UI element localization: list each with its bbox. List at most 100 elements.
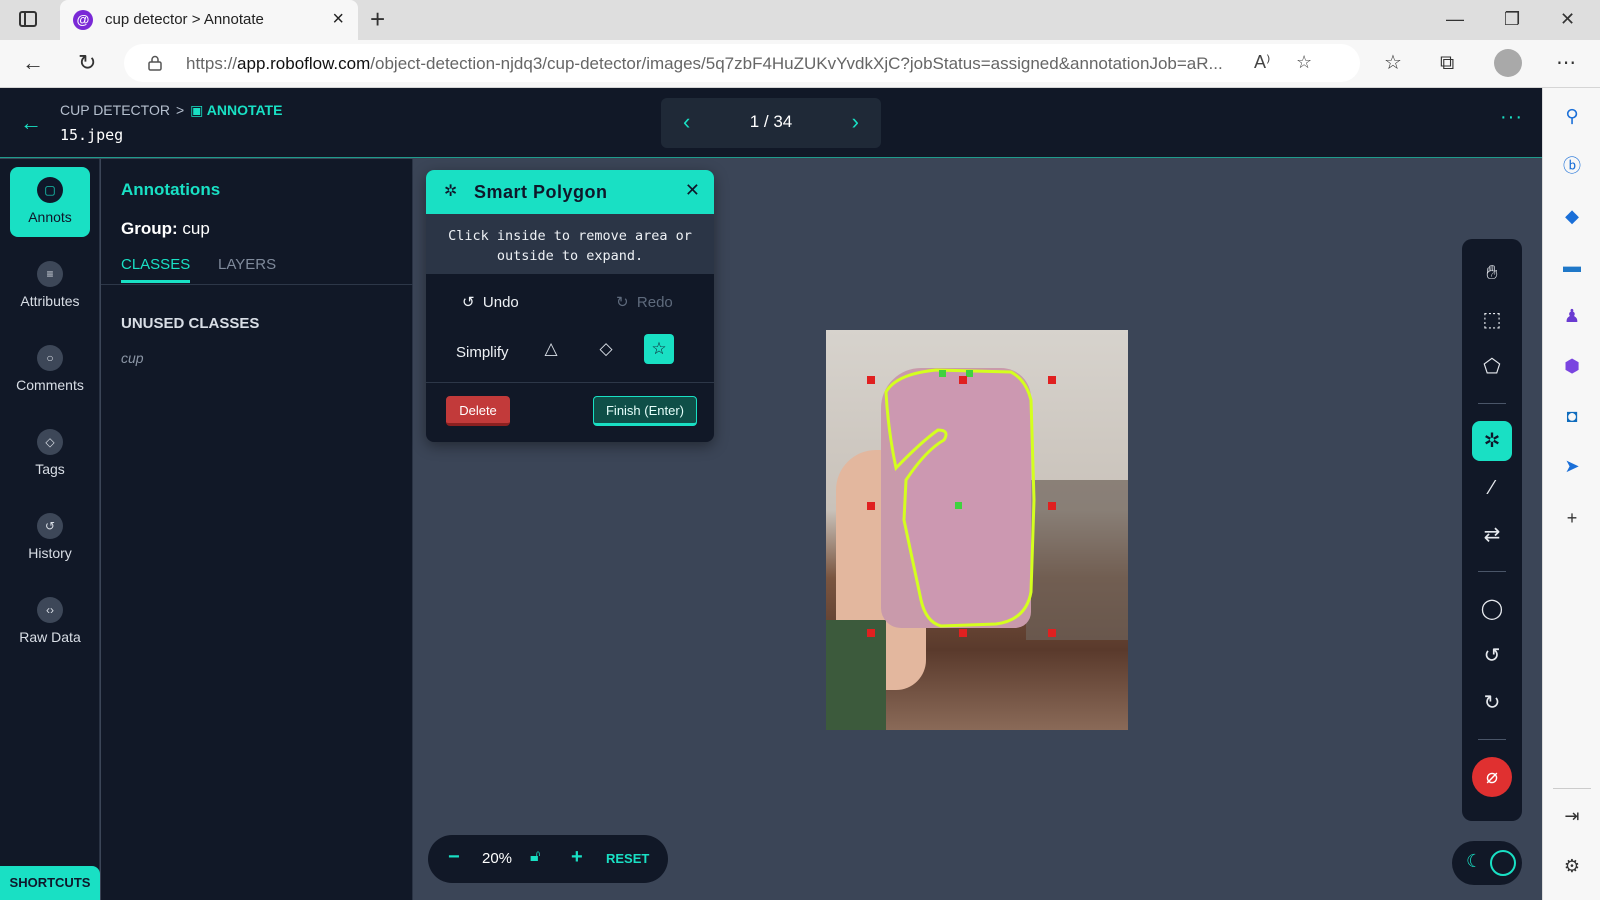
toggle-knob: [1490, 850, 1516, 876]
triangle-icon[interactable]: △: [536, 334, 566, 364]
undo-icon[interactable]: ↺: [1472, 636, 1512, 676]
nav-tags[interactable]: ◇ Tags: [10, 419, 90, 489]
bing-icon[interactable]: ⓑ: [1560, 154, 1584, 178]
copilot-icon[interactable]: ⬢: [1560, 354, 1584, 378]
image-pager: ‹ 1 / 34 ›: [661, 98, 881, 148]
roboflow-favicon-icon: @: [73, 10, 93, 30]
restore-icon[interactable]: ❐: [1504, 7, 1520, 31]
tab-close-icon[interactable]: ×: [332, 8, 344, 30]
star-icon[interactable]: ☆: [644, 334, 674, 364]
toolbox-icon[interactable]: ▬: [1560, 254, 1584, 278]
breadcrumb-project[interactable]: CUP DETECTOR: [60, 102, 170, 118]
delete-button[interactable]: Delete: [446, 396, 510, 426]
sidebar-toggle-icon[interactable]: ⇥: [1560, 804, 1584, 828]
nav-comments[interactable]: ○ Comments: [10, 335, 90, 405]
polygon-vertex-handle: [939, 370, 946, 377]
annotations-icon: ▢: [37, 177, 63, 203]
tool-toolbar: ✋︎ ⬚ ⬠ ✲ ⁄ ⇄ ◯ ↺ ↻ ⌀: [1462, 239, 1522, 821]
undo-button[interactable]: ↺ Undo: [462, 293, 519, 311]
class-item[interactable]: cup: [121, 350, 144, 366]
divider: [1478, 739, 1506, 740]
roboflow-app: ← CUP DETECTOR > ▣ ANNOTATE 15.jpeg ‹ 1 / …: [0, 88, 1542, 900]
nav-attributes[interactable]: ≡ Attributes: [10, 251, 90, 321]
window-close-icon[interactable]: ✕: [1560, 7, 1575, 31]
breadcrumb: CUP DETECTOR > ▣ ANNOTATE: [60, 102, 283, 118]
smart-polygon-dialog: ✲ Smart Polygon ✕ Click inside to remove…: [426, 170, 714, 442]
address-bar-row: ← ↻ https://app.roboflow.com/object-dete…: [0, 40, 1600, 88]
url-text: https://app.roboflow.com/object-detectio…: [186, 54, 1223, 73]
finish-button[interactable]: Finish (Enter): [593, 396, 697, 426]
moon-icon: ☾: [1466, 851, 1483, 871]
minimize-icon[interactable]: —: [1446, 7, 1464, 31]
unlock-icon[interactable]: 🔓︎: [530, 848, 540, 866]
redo-button[interactable]: ↻ Redo: [616, 293, 673, 311]
image-filename: 15.jpeg: [60, 126, 124, 144]
zoom-out-icon[interactable]: −: [448, 846, 460, 869]
tab-title: cup detector > Annotate: [105, 11, 264, 28]
settings-icon[interactable]: ⚙: [1560, 854, 1584, 878]
dialog-header: ✲ Smart Polygon ✕: [426, 170, 714, 214]
people-icon[interactable]: ♟: [1560, 304, 1584, 328]
url-field[interactable]: https://app.roboflow.com/object-detectio…: [124, 44, 1360, 82]
divider: [101, 284, 413, 285]
chevron-right-icon[interactable]: ›: [852, 110, 859, 134]
history-icon: ↺: [37, 513, 63, 539]
shortcuts-button[interactable]: SHORTCUTS: [0, 866, 100, 900]
comment-icon: ○: [37, 345, 63, 371]
more-options-icon[interactable]: ···: [1500, 106, 1523, 129]
tag-icon[interactable]: ◆: [1560, 204, 1584, 228]
bbox-handle: [1048, 502, 1056, 510]
nav-history[interactable]: ↺ History: [10, 503, 90, 573]
bbox-handle: [867, 376, 875, 384]
divider: [1478, 403, 1506, 404]
collections-icon[interactable]: ⧉: [1440, 50, 1454, 76]
smart-polygon-icon[interactable]: ✲: [1472, 421, 1512, 461]
repeat-icon[interactable]: ⇄: [1472, 515, 1512, 555]
new-tab-icon[interactable]: +: [370, 6, 385, 32]
group-label: Group: cup: [121, 219, 210, 238]
polygon-icon[interactable]: ⬠: [1472, 347, 1512, 387]
favorites-icon[interactable]: ☆: [1384, 50, 1402, 76]
panel-title: Annotations: [121, 180, 221, 199]
refresh-icon[interactable]: ↻: [78, 50, 96, 76]
search-icon[interactable]: ⚲: [1560, 104, 1584, 128]
theme-toggle[interactable]: ☾: [1452, 841, 1522, 885]
back-arrow-icon[interactable]: ←: [22, 50, 44, 76]
bbox-handle: [1048, 376, 1056, 384]
tab-classes[interactable]: CLASSES: [121, 256, 191, 283]
add-favorite-icon[interactable]: ☆: [1296, 52, 1312, 73]
outlook-icon[interactable]: ◘: [1560, 404, 1584, 428]
zoom-in-icon[interactable]: +: [571, 846, 583, 869]
zoom-level: 20%: [482, 850, 513, 867]
back-icon[interactable]: ←: [20, 110, 42, 136]
dialog-message: Click inside to remove area or outside t…: [426, 214, 714, 274]
settings-more-icon[interactable]: ⋯: [1556, 50, 1576, 76]
add-icon[interactable]: +: [1560, 506, 1584, 530]
reset-button[interactable]: RESET: [606, 851, 649, 866]
left-nav: ▢ Annots ≡ Attributes ○ Comments ◇ Tags …: [0, 159, 100, 900]
close-icon[interactable]: ✕: [685, 180, 700, 201]
profile-avatar[interactable]: [1494, 49, 1522, 77]
hand-icon[interactable]: ✋︎: [1472, 253, 1512, 293]
comment-icon[interactable]: ◯: [1472, 589, 1512, 629]
browser-tab-bar: @ cup detector > Annotate × + — ❐ ✕: [0, 0, 1600, 40]
magic-wand-icon[interactable]: ⁄: [1472, 468, 1512, 508]
nav-annots[interactable]: ▢ Annots: [10, 167, 90, 237]
bounding-box-icon[interactable]: ⬚: [1472, 300, 1512, 340]
tab-layers[interactable]: LAYERS: [218, 256, 276, 280]
nav-raw-data[interactable]: ‹› Raw Data: [10, 587, 90, 657]
divider: [1553, 788, 1591, 789]
redo-icon[interactable]: ↻: [1472, 683, 1512, 723]
bbox-handle: [1048, 629, 1056, 637]
zoom-controls: − 20% 🔓︎ + RESET: [428, 835, 668, 883]
code-icon: ‹›: [37, 597, 63, 623]
tab-actions-icon[interactable]: [19, 11, 37, 27]
annotation-image[interactable]: [826, 330, 1128, 730]
send-icon[interactable]: ➤: [1560, 454, 1584, 478]
browser-tab[interactable]: @ cup detector > Annotate ×: [60, 0, 358, 40]
hide-icon[interactable]: ⌀: [1472, 757, 1512, 797]
pager-count: 1 / 34: [749, 112, 793, 131]
polygon-vertex-handle: [966, 370, 973, 377]
diamond-icon[interactable]: ◇: [591, 334, 621, 364]
read-aloud-icon[interactable]: A⁾: [1254, 52, 1270, 73]
